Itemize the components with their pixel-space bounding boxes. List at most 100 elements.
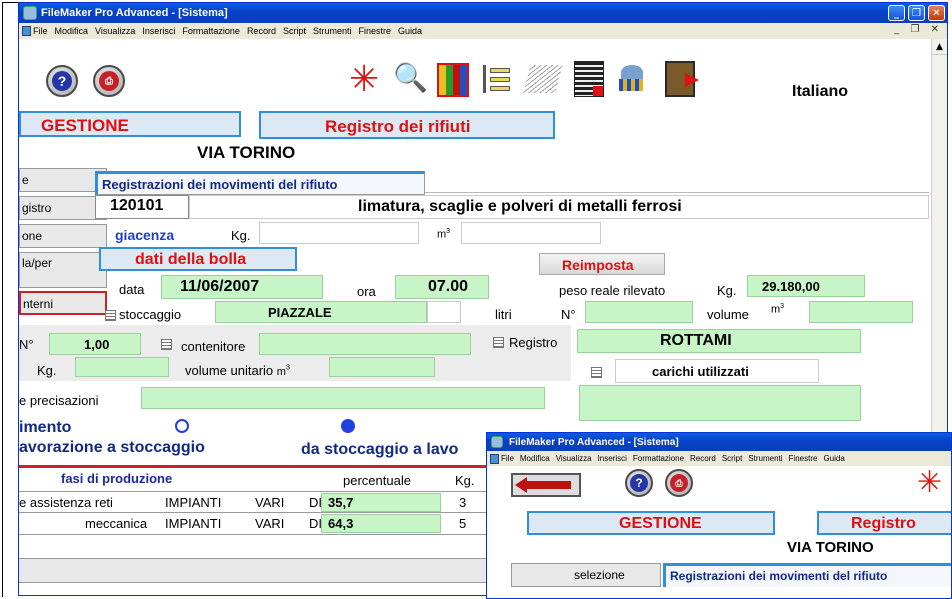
menu-guida[interactable]: Guida <box>398 26 422 36</box>
container-kg-label: Kg. <box>37 363 57 378</box>
sidebar-item-3[interactable]: one <box>19 224 107 248</box>
data-field[interactable]: 11/06/2007 <box>161 275 323 299</box>
users-icon[interactable] <box>619 63 649 95</box>
registro-tab[interactable]: Registro <box>817 511 951 535</box>
contenitore-field[interactable] <box>259 333 471 355</box>
print-button[interactable]: ⎙ <box>665 469 693 497</box>
overlay-title-bar[interactable]: FileMaker Pro Advanced - [Sistema] <box>487 433 951 451</box>
menu-finestre[interactable]: Finestre <box>358 26 391 36</box>
language-label[interactable]: Italiano <box>792 83 848 101</box>
registro-rifiuti-tab[interactable]: Registro dei rifiuti <box>259 111 555 139</box>
container-kg-field[interactable] <box>75 357 169 377</box>
menu-file[interactable]: File <box>501 454 514 463</box>
cer-code-field[interactable]: 120101 <box>95 195 189 219</box>
ora-field[interactable]: 07.00 <box>395 275 489 299</box>
table-footer <box>19 559 489 583</box>
title-bar[interactable]: FileMaker Pro Advanced - [Sistema] _ ❐ ✕ <box>19 3 947 23</box>
gestione-tab[interactable]: GESTIONE <box>527 511 775 535</box>
exit-door-icon[interactable] <box>665 61 699 97</box>
menu-record[interactable]: Record <box>247 26 276 36</box>
m3-sup: 3 <box>780 303 785 310</box>
menu-strumenti[interactable]: Strumenti <box>748 454 782 463</box>
registro-list-icon[interactable] <box>493 337 504 348</box>
menu-strumenti[interactable]: Strumenti <box>313 26 352 36</box>
volume-unitario-field[interactable] <box>329 357 435 377</box>
waste-description-field[interactable]: limatura, scaglie e polveri di metalli f… <box>189 195 929 219</box>
calendar-icon[interactable] <box>574 61 604 97</box>
waste-description: limatura, scaglie e polveri di metalli f… <box>358 198 682 215</box>
m3-unit: m <box>771 303 781 316</box>
divider <box>425 192 929 193</box>
section-title-box: Registrazioni dei movimenti del rifiuto <box>95 171 425 195</box>
sidebar-item-2[interactable]: gistro <box>19 196 107 220</box>
radio-lavorazione-stoccaggio[interactable] <box>175 419 189 433</box>
sidebar-item-5[interactable]: nterni <box>19 291 107 315</box>
radio-1-label: avorazione a stoccaggio <box>19 439 205 456</box>
menu-formattazione[interactable]: Formattazione <box>182 26 240 36</box>
radio-stoccaggio-lavorazione[interactable] <box>341 419 355 433</box>
stoccaggio-field[interactable]: PIAZZALE <box>215 301 427 323</box>
asterisk-icon[interactable]: ✳ <box>349 59 379 100</box>
chart-icon[interactable] <box>437 63 469 97</box>
n-field[interactable] <box>585 301 693 323</box>
menu-modifica[interactable]: Modifica <box>55 26 89 36</box>
peso-label: peso reale rilevato <box>559 283 666 298</box>
table-row[interactable]: meccanica IMPIANTI VARI DI 64,3 5 <box>19 513 489 535</box>
row-cell-e: 3 <box>459 495 467 510</box>
menu-formattazione[interactable]: Formattazione <box>633 454 684 463</box>
help-button[interactable]: ? <box>46 65 78 97</box>
volume-field[interactable] <box>809 301 913 323</box>
stoccaggio-extra-field[interactable] <box>427 301 461 323</box>
reimposta-label: Reimposta <box>562 257 634 273</box>
back-arrow-icon <box>521 481 571 489</box>
magnifier-icon[interactable]: 🔍 <box>393 61 428 94</box>
menu-inserisci[interactable]: Inserisci <box>142 26 175 36</box>
asterisk-icon[interactable]: ✳ <box>917 465 942 500</box>
giacenza-m3-field[interactable] <box>461 222 601 244</box>
print-button[interactable]: ⎙ <box>93 65 125 97</box>
close-icon[interactable]: ✕ <box>928 5 945 21</box>
row-pct-field[interactable]: 64,3 <box>321 514 441 533</box>
menu-script[interactable]: Script <box>722 454 742 463</box>
help-button[interactable]: ? <box>625 469 653 497</box>
menu-visualizza[interactable]: Visualizza <box>95 26 135 36</box>
sidebar-item-label: gistro <box>22 201 52 215</box>
menu-guida[interactable]: Guida <box>823 454 844 463</box>
registro-field[interactable]: ROTTAMI <box>577 329 861 353</box>
mdi-controls[interactable]: _ ❐ ✕ <box>894 24 943 35</box>
ora-value: 07.00 <box>428 278 469 295</box>
menu-inserisci[interactable]: Inserisci <box>598 454 627 463</box>
menu-finestre[interactable]: Finestre <box>789 454 818 463</box>
scroll-up-icon[interactable]: ▲ <box>932 39 947 55</box>
documents-icon[interactable] <box>523 65 563 93</box>
table-row[interactable]: e assistenza reti IMPIANTI VARI DI 35,7 … <box>19 491 489 513</box>
menu-script[interactable]: Script <box>283 26 306 36</box>
precisazioni-field[interactable] <box>141 387 545 409</box>
reimposta-button[interactable]: Reimposta <box>539 253 665 275</box>
gestione-tab[interactable]: GESTIONE <box>19 111 241 137</box>
menu-modifica[interactable]: Modifica <box>520 454 550 463</box>
menu-visualizza[interactable]: Visualizza <box>556 454 592 463</box>
selezione-item[interactable]: selezione <box>511 563 661 587</box>
sidebar-item-4[interactable]: la/per <box>19 252 107 288</box>
container-list-icon[interactable] <box>161 339 172 350</box>
tree-icon[interactable] <box>483 65 511 93</box>
giacenza-kg-label: Kg. <box>231 228 251 243</box>
carichi-list-icon[interactable] <box>591 367 602 378</box>
menu-file[interactable]: File <box>33 26 48 36</box>
table-top-border <box>19 465 489 468</box>
back-button[interactable] <box>511 473 581 497</box>
help-icon: ? <box>630 474 648 492</box>
peso-field[interactable]: 29.180,00 <box>747 275 865 297</box>
carichi-field[interactable] <box>579 385 861 421</box>
giacenza-kg-field[interactable] <box>259 222 419 244</box>
menu-record[interactable]: Record <box>690 454 716 463</box>
container-n-field[interactable]: 1,00 <box>49 333 141 355</box>
maximize-icon[interactable]: ❐ <box>908 5 925 21</box>
minimize-icon[interactable]: _ <box>888 5 905 21</box>
row-cell-b: IMPIANTI <box>165 495 222 510</box>
row-pct-field[interactable]: 35,7 <box>321 493 441 512</box>
sidebar-item-1[interactable]: e <box>19 168 107 192</box>
litri-label: litri <box>495 307 512 322</box>
list-icon[interactable] <box>105 310 116 322</box>
